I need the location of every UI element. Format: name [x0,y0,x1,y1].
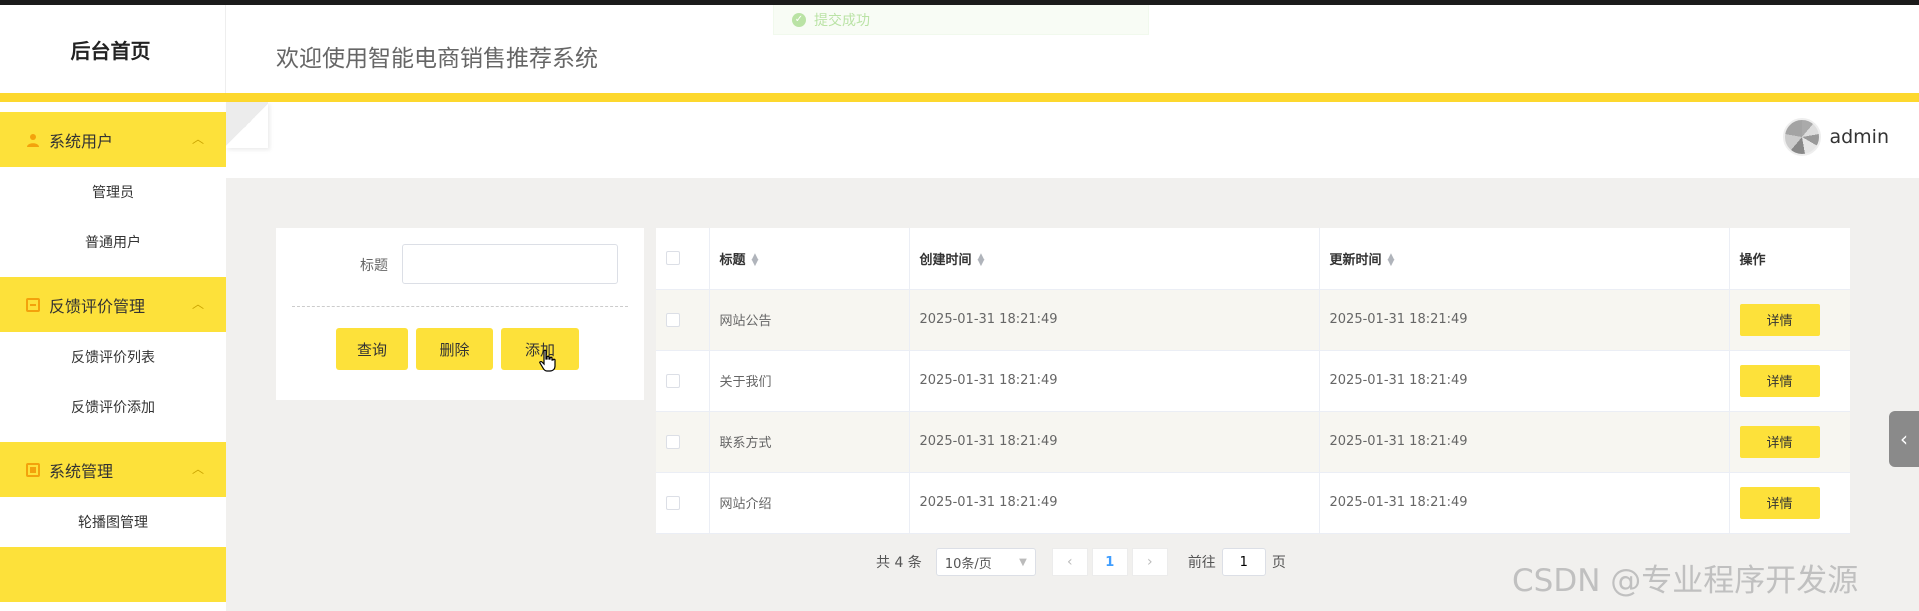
prev-page-button[interactable]: ‹ [1051,548,1088,576]
sidebar-item-admin[interactable]: 管理员 [0,167,226,217]
column-header-actions: 操作 [1729,228,1850,290]
submenu-system-users: 管理员 普通用户 [0,167,226,267]
table-header-row: 标题 ▲ ▼ 创建时间 ▲ ▼ 更新时间 ▲ ▼ 操作 [656,228,1850,290]
chevron-up-icon: ︿ [191,462,204,476]
column-header-title[interactable]: 标题 ▲ ▼ [709,228,910,290]
column-header-updated[interactable]: 更新时间 ▲ ▼ [1319,228,1730,290]
detail-button[interactable]: 详情 [1739,425,1820,458]
top-header: 后台首页 欢迎使用智能电商销售推荐系统 ✓ 提交成功 [0,5,1919,93]
hand-cursor-icon [539,349,556,372]
username: admin [1829,126,1889,148]
chevron-left-icon: ‹ [1900,427,1908,451]
table-row: 网站介绍 2025-01-31 18:21:49 2025-01-31 18:2… [656,472,1850,534]
menu-group-label: 系统管理 [49,461,114,481]
table-row: 联系方式 2025-01-31 18:21:49 2025-01-31 18:2… [656,411,1850,473]
cell-updated: 2025-01-31 18:21:49 [1319,350,1730,412]
page-size-value: 10条/页 [944,556,992,572]
cell-created: 2025-01-31 18:21:49 [909,289,1320,351]
chevron-down-icon: ▼ [1019,556,1027,568]
pagination-total: 共 4 条 [876,555,922,571]
row-checkbox[interactable] [666,373,680,388]
toast-message: 提交成功 [814,12,870,29]
cell-title: 网站公告 [709,289,910,351]
title-search-input[interactable] [402,244,618,284]
sort-icon[interactable]: ▲ ▼ [978,253,985,268]
content-header-strip: admin [226,102,1919,178]
cell-updated: 2025-01-31 18:21:49 [1319,472,1730,534]
row-checkbox[interactable] [666,495,680,510]
avatar[interactable] [1783,118,1822,156]
detail-button[interactable]: 详情 [1739,486,1820,519]
side-panel-toggle[interactable]: ‹ [1889,411,1919,467]
logo-box[interactable]: 后台首页 [0,5,226,93]
sidebar-item-carousel[interactable]: 轮播图管理 [0,497,226,547]
row-checkbox[interactable] [666,434,680,449]
cell-created: 2025-01-31 18:21:49 [909,411,1320,473]
sidebar: 系统用户 ︿ 管理员 普通用户 反馈评价管理 ︿ 反馈评价列表 反馈评价添加 系… [0,102,226,611]
select-all-cell [656,228,710,290]
cell-title: 网站介绍 [709,472,910,534]
menu-group-feedback[interactable]: 反馈评价管理 ︿ [0,277,226,332]
menu-group-label: 反馈评价管理 [49,296,146,316]
sidebar-item-feedback-add[interactable]: 反馈评价添加 [0,382,226,432]
divider [292,306,628,307]
header-accent-bar [0,93,1919,102]
delete-button[interactable]: 删除 [416,328,493,370]
page-number-current[interactable]: 1 [1091,548,1128,576]
detail-button[interactable]: 详情 [1739,364,1820,397]
query-button[interactable]: 查询 [336,328,408,370]
cell-title: 关于我们 [709,350,910,412]
check-icon: ✓ [792,12,806,27]
cell-updated: 2025-01-31 18:21:49 [1319,289,1730,351]
cell-title: 联系方式 [709,411,910,473]
collapse-fold-icon[interactable] [226,102,268,148]
cell-updated: 2025-01-31 18:21:49 [1319,411,1730,473]
data-table: 标题 ▲ ▼ 创建时间 ▲ ▼ 更新时间 ▲ ▼ 操作 网站公告 2025-01-31 18… [656,228,1850,534]
watermark: CSDN @专业程序开发源 [1512,563,1859,599]
chevron-up-icon: ︿ [191,132,204,146]
menu-group-next[interactable] [0,547,226,602]
goto-page-input[interactable] [1221,548,1266,576]
search-panel: 标题 查询 删除 添加 [276,228,644,400]
site-title: 欢迎使用智能电商销售推荐系统 [276,46,598,72]
table-row: 网站公告 2025-01-31 18:21:49 2025-01-31 18:2… [656,289,1850,351]
table-row: 关于我们 2025-01-31 18:21:49 2025-01-31 18:2… [656,350,1850,412]
cell-created: 2025-01-31 18:21:49 [909,472,1320,534]
pagination: 共 4 条 10条/页 ▼ ‹ 1 › 前往 页 [876,548,1286,576]
row-checkbox[interactable] [666,312,680,327]
feedback-icon [25,297,41,313]
select-all-checkbox[interactable] [666,251,680,266]
logo-text: 后台首页 [70,38,151,63]
menu-group-system-settings[interactable]: 系统管理 ︿ [0,442,226,497]
menu-group-label: 系统用户 [49,131,114,151]
user-icon [25,132,41,148]
sidebar-item-users[interactable]: 普通用户 [0,217,226,267]
next-page-button[interactable]: › [1131,548,1168,576]
column-header-created[interactable]: 创建时间 ▲ ▼ [909,228,1320,290]
menu-group-system-users[interactable]: 系统用户 ︿ [0,112,226,167]
settings-icon [25,462,41,478]
sidebar-item-feedback-list[interactable]: 反馈评价列表 [0,332,226,382]
title-field-label: 标题 [360,258,388,274]
detail-button[interactable]: 详情 [1739,303,1820,336]
sort-icon[interactable]: ▲ ▼ [1388,253,1395,268]
cell-created: 2025-01-31 18:21:49 [909,350,1320,412]
user-menu[interactable]: admin [1783,118,1889,156]
goto-prefix: 前往 [1187,555,1216,571]
submenu-system-settings: 轮播图管理 [0,497,226,547]
chevron-up-icon: ︿ [191,297,204,311]
success-toast: ✓ 提交成功 [773,5,1149,35]
page-size-select[interactable]: 10条/页 ▼ [935,548,1036,576]
sort-icon[interactable]: ▲ ▼ [752,253,759,268]
submenu-feedback: 反馈评价列表 反馈评价添加 [0,332,226,432]
goto-suffix: 页 [1271,555,1286,571]
